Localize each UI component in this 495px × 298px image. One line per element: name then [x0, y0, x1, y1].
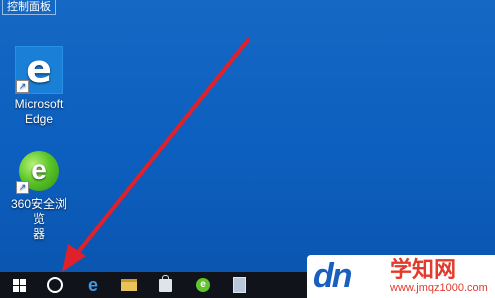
- arrow-shaft: [73, 38, 250, 258]
- watermark-site-name: 学知网: [390, 257, 457, 282]
- watermark-url: www.jmqz1000.com: [390, 282, 488, 294]
- red-annotation-arrow: [62, 38, 250, 272]
- site-watermark: dn 学知网 www.jmqz1000.com: [307, 255, 495, 298]
- watermark-logo: dn: [313, 257, 353, 295]
